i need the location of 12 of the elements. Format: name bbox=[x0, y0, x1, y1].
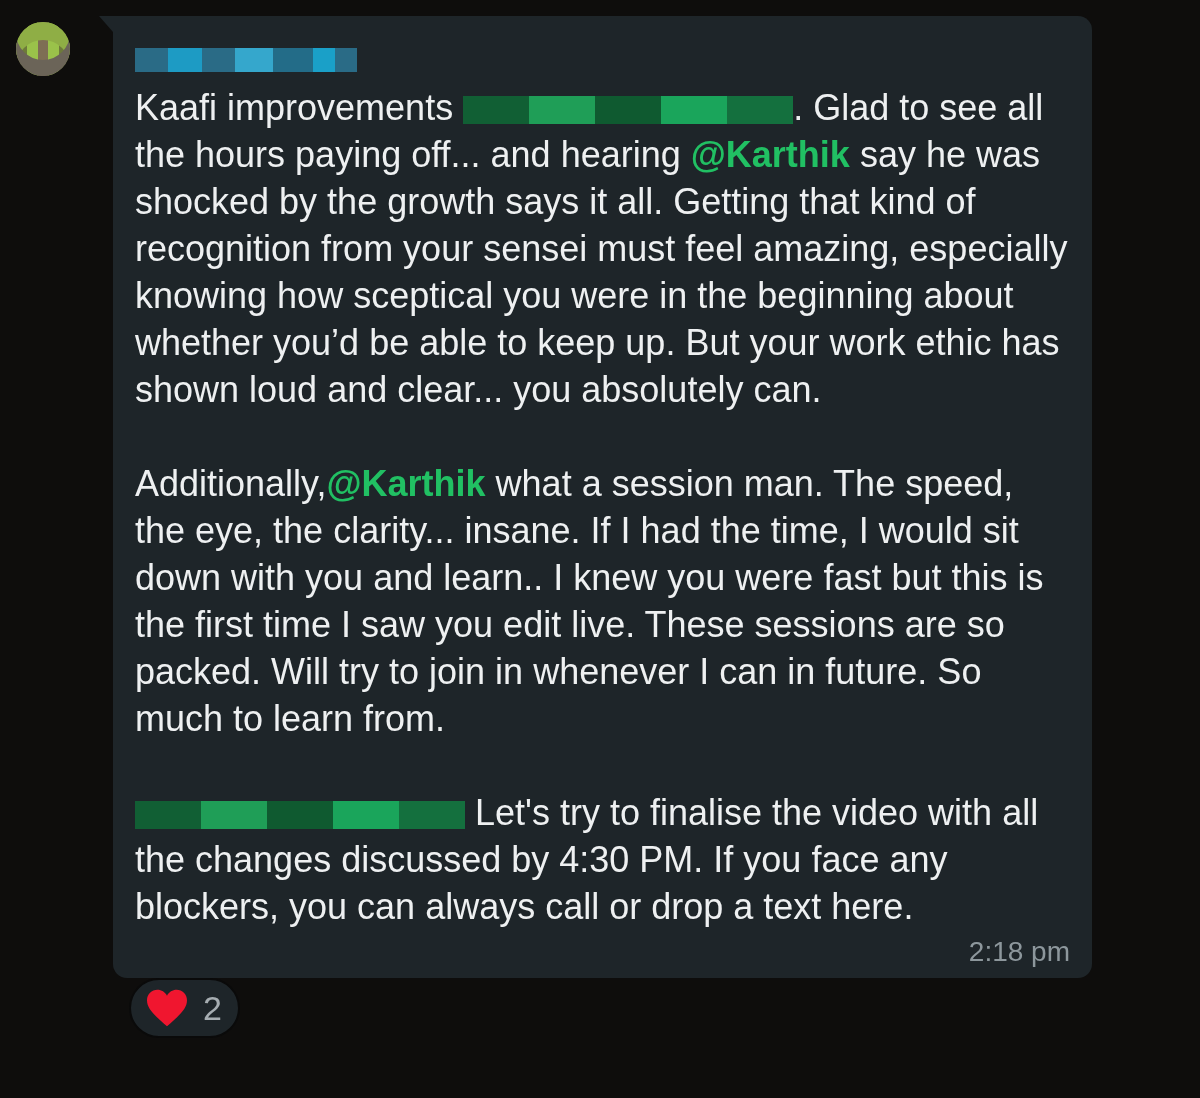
reaction-count: 2 bbox=[203, 988, 222, 1028]
mention-link[interactable]: @Karthik bbox=[326, 463, 486, 504]
message-text: Let's try to finalise the video with all the changes discussed by 4:30 PM. If you face any blockers, you can always call or drop a text here. bbox=[135, 791, 1040, 929]
message-text: Additionally,@Karthik what a session man. The speed, the eye, the clarity... insane. If I had the time, I would sit down with you and learn.. I knew you were fast but this is the first time I saw you edit live. These sessions are so packed. Will try to join in whenever I can in future. So much to learn from. bbox=[135, 462, 1045, 741]
mention-link[interactable]: @Karthik bbox=[690, 134, 850, 175]
avatar[interactable] bbox=[16, 22, 70, 76]
message-time: 2:18 pm bbox=[967, 936, 1070, 968]
blurred-mention[interactable] bbox=[463, 96, 794, 125]
blurred-mention[interactable] bbox=[135, 801, 465, 830]
reaction-pill[interactable]: 2 bbox=[129, 978, 240, 1038]
heart-icon bbox=[145, 988, 189, 1028]
message-text: Kaafi improvements . Glad to see all the hours paying off... and hearing @Karthik say he was shocked by the growth says it all. Getting that kind of recognition from your sensei must feel amazing, especially knowing how sceptical you were in the beginning about whether you’d be able to keep up. But your work ethic has shown loud and clear... you absolutely can. bbox=[135, 86, 1069, 412]
